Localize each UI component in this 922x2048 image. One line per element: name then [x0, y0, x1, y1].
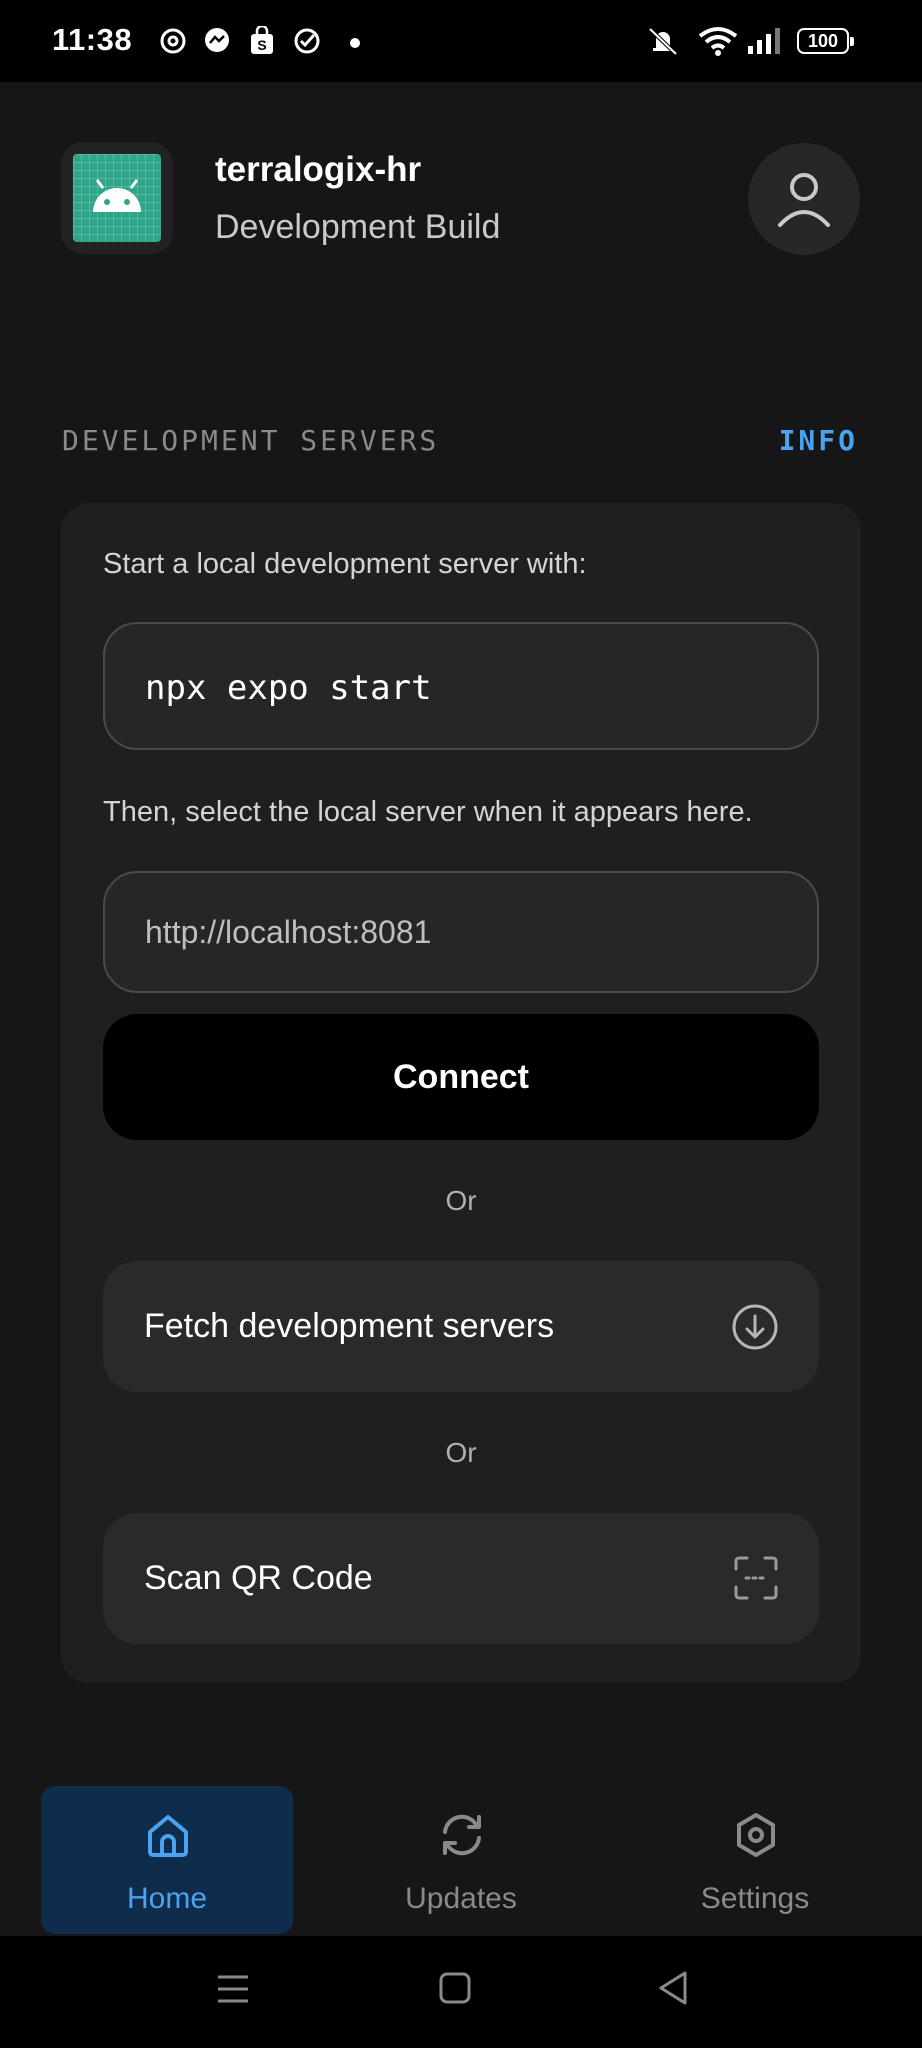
download-circle-icon	[731, 1303, 779, 1356]
home-icon	[145, 1812, 191, 1863]
app-name: terralogix-hr	[215, 150, 422, 189]
wifi-icon	[698, 26, 738, 61]
command-box: npx expo start	[103, 622, 819, 750]
command-text: npx expo start	[145, 668, 432, 708]
mute-icon	[646, 26, 680, 61]
home-nav-icon[interactable]	[439, 1972, 471, 2004]
build-type-label: Development Build	[215, 208, 501, 246]
tab-updates[interactable]: Updates	[335, 1786, 587, 1934]
svg-text:S: S	[257, 37, 266, 53]
settings-icon	[733, 1812, 779, 1863]
refresh-icon	[439, 1812, 485, 1863]
user-icon	[778, 173, 830, 227]
status-bar: 11:38 S 100	[0, 0, 922, 82]
shop-icon: S	[248, 24, 276, 61]
tab-home-label: Home	[126, 1882, 208, 1915]
or-divider: Or	[445, 1437, 477, 1468]
battery-icon: 100	[797, 28, 854, 54]
connect-button[interactable]: Connect	[103, 1014, 819, 1140]
threads-icon	[158, 26, 188, 61]
messenger-icon	[202, 26, 232, 61]
back-icon[interactable]	[657, 1970, 689, 2006]
tab-home[interactable]: Home	[41, 1786, 293, 1934]
dot-icon	[350, 35, 360, 53]
system-nav-bar	[0, 1936, 922, 2048]
fetch-servers-button[interactable]: Fetch development servers	[103, 1261, 819, 1392]
bottom-tab-bar: Home Updates Settings	[0, 1784, 922, 1936]
tab-settings-label: Settings	[700, 1882, 810, 1915]
scan-qr-label: Scan QR Code	[144, 1559, 373, 1597]
or-divider: Or	[445, 1185, 477, 1216]
qr-scan-icon	[733, 1555, 779, 1606]
app-icon	[61, 142, 173, 254]
profile-button[interactable]	[748, 143, 860, 255]
info-link[interactable]: INFO	[779, 424, 858, 457]
tab-settings[interactable]: Settings	[629, 1786, 881, 1934]
android-icon	[93, 179, 141, 212]
status-time: 11:38	[52, 22, 133, 57]
menu-icon[interactable]	[216, 1972, 250, 2006]
section-title: DEVELOPMENT SERVERS	[62, 424, 440, 457]
intro-text: Start a local development server with:	[103, 548, 587, 580]
server-url-input[interactable]	[103, 871, 819, 993]
check-circle-icon	[292, 26, 322, 61]
then-text: Then, select the local server when it ap…	[103, 796, 753, 828]
fetch-servers-label: Fetch development servers	[144, 1307, 555, 1345]
scan-qr-button[interactable]: Scan QR Code	[103, 1513, 819, 1644]
tab-updates-label: Updates	[405, 1882, 517, 1915]
signal-icon	[746, 26, 786, 61]
